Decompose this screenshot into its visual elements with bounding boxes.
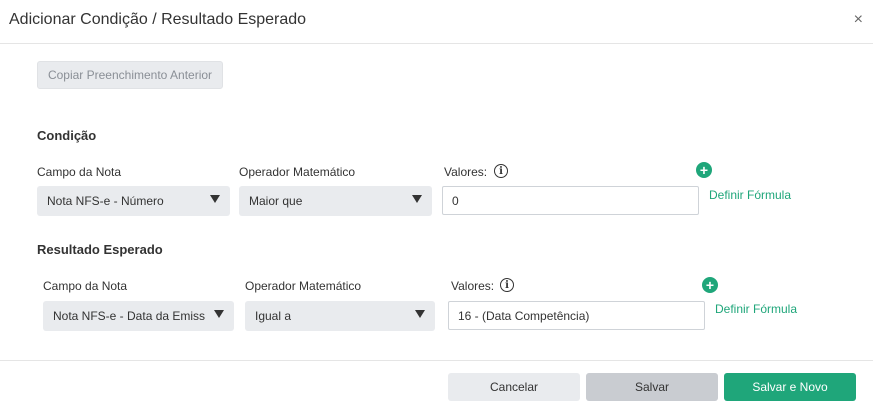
condition-operator-label: Operador Matemático (239, 165, 356, 179)
save-and-new-button[interactable]: Salvar e Novo (724, 373, 856, 401)
result-field-value: Nota NFS-e - Data da Emissã (53, 309, 205, 323)
condition-operator-select[interactable]: Maior que (239, 186, 432, 216)
info-icon[interactable]: i (500, 278, 514, 292)
result-values-input[interactable]: 16 - (Data Competência) (448, 301, 705, 330)
condition-field-label: Campo da Nota (37, 165, 122, 179)
save-button[interactable]: Salvar (586, 373, 718, 401)
condition-operator-value: Maior que (249, 194, 303, 208)
dialog-title: Adicionar Condição / Resultado Esperado (9, 11, 307, 28)
caret-down-icon (412, 195, 422, 203)
condition-field-value: Nota NFS-e - Número (47, 194, 164, 208)
condition-define-formula-link[interactable]: Definir Fórmula (709, 188, 791, 202)
result-field-label: Campo da Nota (43, 279, 128, 293)
result-operator-value: Igual a (255, 309, 292, 323)
result-section-title: Resultado Esperado (37, 242, 163, 257)
condition-field-select[interactable]: Nota NFS-e - Número (37, 186, 230, 216)
result-operator-select[interactable]: Igual a (245, 301, 435, 331)
result-operator-label: Operador Matemático (245, 279, 362, 293)
caret-down-icon (210, 195, 220, 203)
add-icon[interactable]: + (696, 162, 712, 178)
condition-section-title: Condição (37, 128, 97, 143)
add-icon[interactable]: + (702, 277, 718, 293)
result-values-label: Valores: (451, 279, 495, 293)
caret-down-icon (415, 310, 425, 318)
copy-previous-button[interactable]: Copiar Preenchimento Anterior (37, 61, 223, 89)
condition-values-input[interactable]: 0 (442, 186, 699, 215)
result-define-formula-link[interactable]: Definir Fórmula (715, 302, 797, 316)
close-icon[interactable]: × (854, 10, 863, 30)
dialog-header: Adicionar Condição / Resultado Esperado … (0, 0, 873, 44)
caret-down-icon (214, 310, 224, 318)
result-field-select[interactable]: Nota NFS-e - Data da Emissã (43, 301, 234, 331)
condition-values-label: Valores: (444, 165, 488, 179)
cancel-button[interactable]: Cancelar (448, 373, 580, 401)
info-icon[interactable]: i (494, 164, 508, 178)
